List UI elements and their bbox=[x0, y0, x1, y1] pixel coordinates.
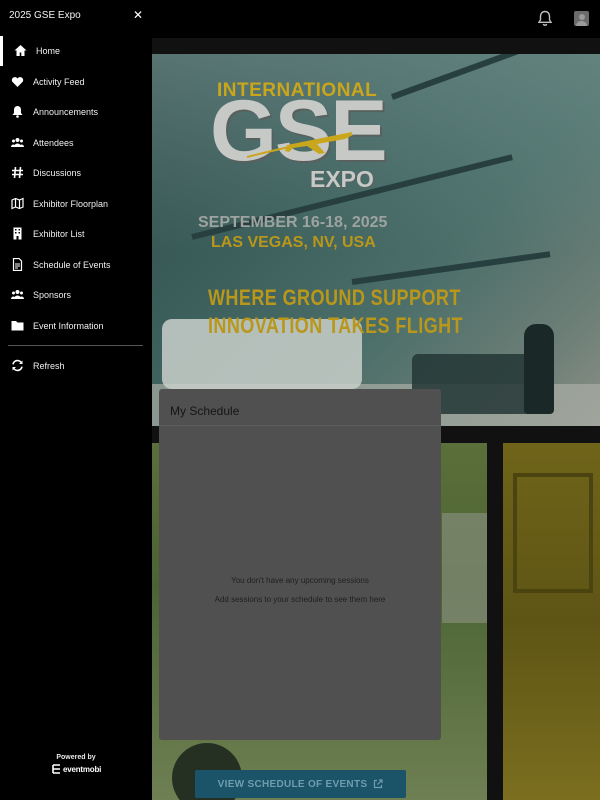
sidebar-item-label: Activity Feed bbox=[33, 77, 85, 87]
sidebar-item-event-information[interactable]: Event Information bbox=[0, 311, 152, 341]
sidebar: 2025 GSE Expo ✕ Home Activity Feed Annou… bbox=[0, 0, 152, 800]
sidebar-item-schedule-of-events[interactable]: Schedule of Events bbox=[0, 250, 152, 280]
sidebar-item-label: Event Information bbox=[33, 321, 104, 331]
bell-icon bbox=[12, 106, 23, 118]
view-schedule-label: VIEW SCHEDULE OF EVENTS bbox=[217, 778, 368, 790]
empty-state-line-2: Add sessions to your schedule to see the… bbox=[214, 595, 386, 604]
app-title: 2025 GSE Expo bbox=[9, 10, 81, 21]
sidebar-item-label: Exhibitor List bbox=[33, 229, 85, 239]
eventmobi-logo[interactable]: eventmobi bbox=[52, 764, 101, 774]
sidebar-item-label: Home bbox=[36, 46, 61, 56]
logo-expo: EXPO bbox=[310, 166, 374, 192]
document-icon bbox=[12, 258, 23, 271]
external-link-icon bbox=[374, 779, 383, 789]
sidebar-item-label: Exhibitor Floorplan bbox=[33, 199, 109, 209]
sidebar-item-home[interactable]: Home bbox=[0, 36, 152, 66]
eventmobi-mark-icon bbox=[52, 764, 60, 774]
refresh-icon bbox=[12, 359, 23, 372]
notifications-bell-icon[interactable] bbox=[537, 10, 553, 28]
people-icon bbox=[11, 290, 24, 299]
view-schedule-button[interactable]: VIEW SCHEDULE OF EVENTS bbox=[195, 770, 406, 798]
sidebar-item-attendees[interactable]: Attendees bbox=[0, 128, 152, 158]
sidebar-item-discussions[interactable]: Discussions bbox=[0, 158, 152, 188]
sidebar-item-label: Sponsors bbox=[33, 290, 72, 300]
sidebar-item-label: Refresh bbox=[33, 361, 65, 371]
top-bar bbox=[152, 0, 600, 38]
promo-frame bbox=[513, 473, 593, 593]
sidebar-divider bbox=[8, 345, 143, 346]
eventmobi-wordmark: eventmobi bbox=[63, 764, 102, 774]
promo-structure bbox=[442, 513, 487, 623]
my-schedule-card: My Schedule You don't have any upcoming … bbox=[159, 389, 441, 740]
avatar-head-shape bbox=[578, 14, 585, 20]
hashtag-icon bbox=[12, 166, 23, 179]
sidebar-item-label: Discussions bbox=[33, 168, 82, 178]
event-banner: INTERNATIONAL GSE EXPO SEPTEMBER 16-18, … bbox=[152, 54, 600, 426]
promo-image-right[interactable] bbox=[503, 443, 600, 800]
tagline-line-2: INNOVATION TAKES FLIGHT bbox=[208, 313, 463, 338]
heart-icon bbox=[11, 77, 24, 87]
card-title: My Schedule bbox=[170, 404, 240, 418]
app-root: INTERNATIONAL GSE EXPO SEPTEMBER 16-18, … bbox=[0, 0, 600, 800]
sidebar-item-exhibitor-list[interactable]: Exhibitor List bbox=[0, 219, 152, 249]
sidebar-item-announcements[interactable]: Announcements bbox=[0, 97, 152, 127]
banner-conveyor bbox=[351, 251, 551, 285]
event-location: LAS VEGAS, NV, USA bbox=[211, 234, 376, 251]
building-icon bbox=[13, 227, 22, 240]
tagline-line-1: WHERE GROUND SUPPORT bbox=[208, 285, 461, 310]
airplane-icon bbox=[247, 132, 353, 158]
user-avatar[interactable] bbox=[574, 11, 589, 26]
sidebar-item-label: Attendees bbox=[33, 138, 74, 148]
sidebar-item-refresh[interactable]: Refresh bbox=[0, 351, 152, 381]
folder-icon bbox=[11, 321, 24, 331]
sidebar-item-label: Announcements bbox=[33, 107, 99, 117]
people-icon bbox=[11, 138, 24, 147]
empty-state-line-1: You don't have any upcoming sessions bbox=[231, 576, 369, 585]
sidebar-item-label: Schedule of Events bbox=[33, 260, 111, 270]
avatar-body-shape bbox=[576, 21, 587, 26]
sidebar-item-sponsors[interactable]: Sponsors bbox=[0, 280, 152, 310]
card-divider bbox=[159, 425, 441, 426]
sidebar-item-activity-feed[interactable]: Activity Feed bbox=[0, 67, 152, 97]
close-icon[interactable]: ✕ bbox=[133, 8, 143, 22]
home-icon bbox=[14, 45, 27, 56]
event-dates: SEPTEMBER 16-18, 2025 bbox=[198, 214, 388, 231]
banner-person bbox=[524, 324, 554, 414]
powered-by-label: Powered by bbox=[56, 754, 96, 761]
map-icon bbox=[11, 197, 24, 210]
sidebar-item-exhibitor-floorplan[interactable]: Exhibitor Floorplan bbox=[0, 189, 152, 219]
